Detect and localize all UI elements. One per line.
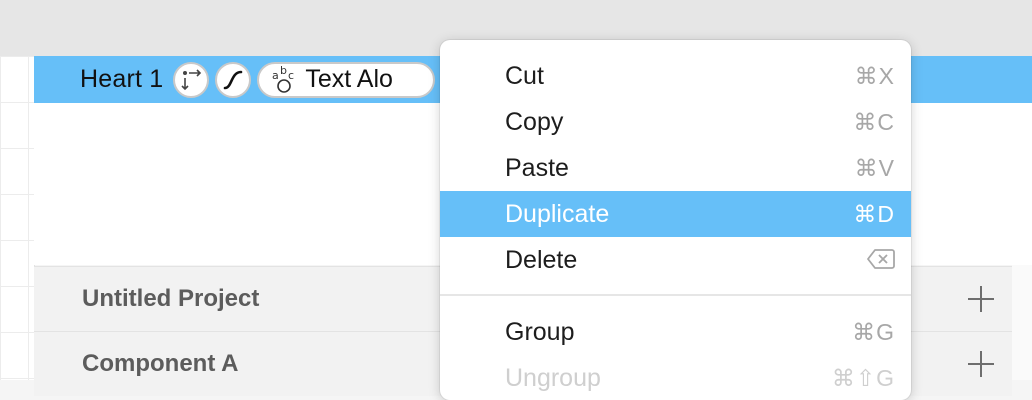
menu-item-label: Copy: [505, 107, 564, 136]
menu-item-ungroup: Ungroup ⌘⇧G: [440, 355, 911, 400]
menu-item-cut[interactable]: Cut ⌘X: [440, 53, 911, 99]
menu-separator: [440, 294, 911, 296]
menu-item-shortcut: ⌘X: [854, 62, 895, 89]
layer-name: Heart 1: [80, 65, 164, 93]
menu-item-label: Cut: [505, 61, 544, 90]
menu-item-label: Paste: [505, 153, 569, 182]
menu-item-label: Ungroup: [505, 363, 601, 392]
menu-item-copy[interactable]: Copy ⌘C: [440, 99, 911, 145]
menu-item-shortcut: ⌘V: [854, 154, 895, 181]
menu-item-shortcut: ⌘⇧G: [831, 364, 895, 391]
curve-icon[interactable]: [215, 61, 252, 98]
menu-item-shortcut: ⌘D: [853, 200, 895, 227]
svg-text:a: a: [272, 69, 279, 82]
menu-item-paste[interactable]: Paste ⌘V: [440, 145, 911, 191]
svg-text:b: b: [280, 66, 287, 77]
text-along-label: Text Alo: [305, 65, 393, 93]
menu-item-delete[interactable]: Delete: [440, 237, 911, 283]
context-menu: Cut ⌘X Copy ⌘C Paste ⌘V Duplicate ⌘D Del…: [440, 40, 911, 400]
delete-key-icon: [867, 248, 895, 276]
canvas-grid[interactable]: [0, 56, 35, 380]
section-title: Component A: [82, 350, 239, 377]
plus-icon[interactable]: [968, 286, 994, 312]
menu-item-shortcut: ⌘G: [852, 318, 895, 345]
plus-icon[interactable]: [968, 351, 994, 377]
section-title: Untitled Project: [82, 285, 260, 312]
menu-item-group[interactable]: Group ⌘G: [440, 309, 911, 355]
text-along-path-chip[interactable]: a b c Text Alo: [257, 61, 435, 98]
menu-item-duplicate[interactable]: Duplicate ⌘D: [440, 191, 911, 237]
arrows-rotate-icon[interactable]: [173, 61, 210, 98]
svg-text:c: c: [288, 69, 294, 82]
menu-item-label: Duplicate: [505, 199, 610, 228]
menu-item-label: Group: [505, 317, 575, 346]
scroll-gutter: [1012, 265, 1032, 380]
menu-item-shortcut: ⌘C: [853, 108, 895, 135]
menu-item-label: Delete: [505, 245, 578, 274]
text-along-path-icon: a b c: [272, 66, 294, 93]
